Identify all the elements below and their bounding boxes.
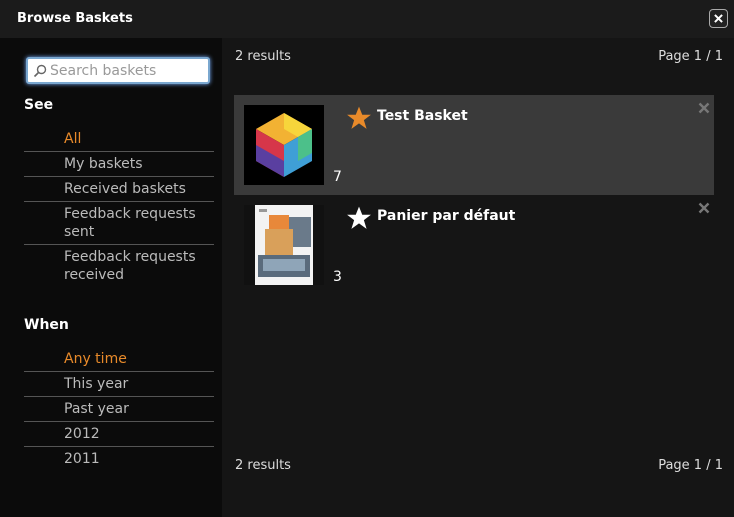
filter-see-feedback-received[interactable]: Feedback requests received — [24, 245, 214, 287]
title-bar: Browse Baskets — [0, 0, 734, 38]
when-heading: When — [24, 317, 69, 333]
see-filter-list: All My baskets Received baskets Feedback… — [24, 127, 214, 287]
basket-name[interactable]: Test Basket — [377, 108, 468, 124]
results-count-top: 2 results — [235, 49, 291, 64]
basket-item[interactable]: 3 Panier par défaut — [234, 195, 714, 295]
close-button[interactable] — [709, 9, 728, 28]
cube-image — [256, 113, 312, 177]
close-icon — [714, 14, 723, 23]
filter-see-received-baskets[interactable]: Received baskets — [24, 177, 214, 202]
filter-when-2012[interactable]: 2012 — [24, 422, 214, 447]
page-indicator-bottom: Page 1 / 1 — [658, 458, 723, 473]
filter-when-this-year[interactable]: This year — [24, 372, 214, 397]
search-input[interactable] — [50, 61, 200, 80]
filter-when-past-year[interactable]: Past year — [24, 397, 214, 422]
search-box — [26, 57, 210, 84]
filter-when-2011[interactable]: 2011 — [24, 447, 214, 471]
filter-see-my-baskets[interactable]: My baskets — [24, 152, 214, 177]
page-indicator-top: Page 1 / 1 — [658, 49, 723, 64]
remove-icon[interactable] — [698, 202, 710, 214]
basket-item-count: 3 — [333, 269, 342, 285]
remove-icon[interactable] — [698, 102, 710, 114]
search-icon — [33, 64, 47, 78]
basket-item-count: 7 — [333, 169, 342, 185]
dialog-title: Browse Baskets — [17, 11, 133, 26]
browse-baskets-dialog: Browse Baskets See All My baskets Receiv… — [0, 0, 734, 517]
basket-thumbnail — [244, 105, 324, 185]
when-filter-list: Any time This year Past year 2012 2011 — [24, 347, 214, 471]
basket-thumbnail — [244, 205, 324, 285]
star-icon-empty[interactable] — [346, 205, 372, 231]
filter-see-all[interactable]: All — [24, 127, 214, 152]
document-thumbnail-image — [255, 205, 313, 285]
see-heading: See — [24, 97, 54, 113]
filter-when-any-time[interactable]: Any time — [24, 347, 214, 372]
star-icon-filled[interactable] — [346, 105, 372, 131]
results-count-bottom: 2 results — [235, 458, 291, 473]
basket-item[interactable]: 7 Test Basket — [234, 95, 714, 195]
filter-see-feedback-sent[interactable]: Feedback requests sent — [24, 202, 214, 245]
basket-name[interactable]: Panier par défaut — [377, 208, 515, 224]
